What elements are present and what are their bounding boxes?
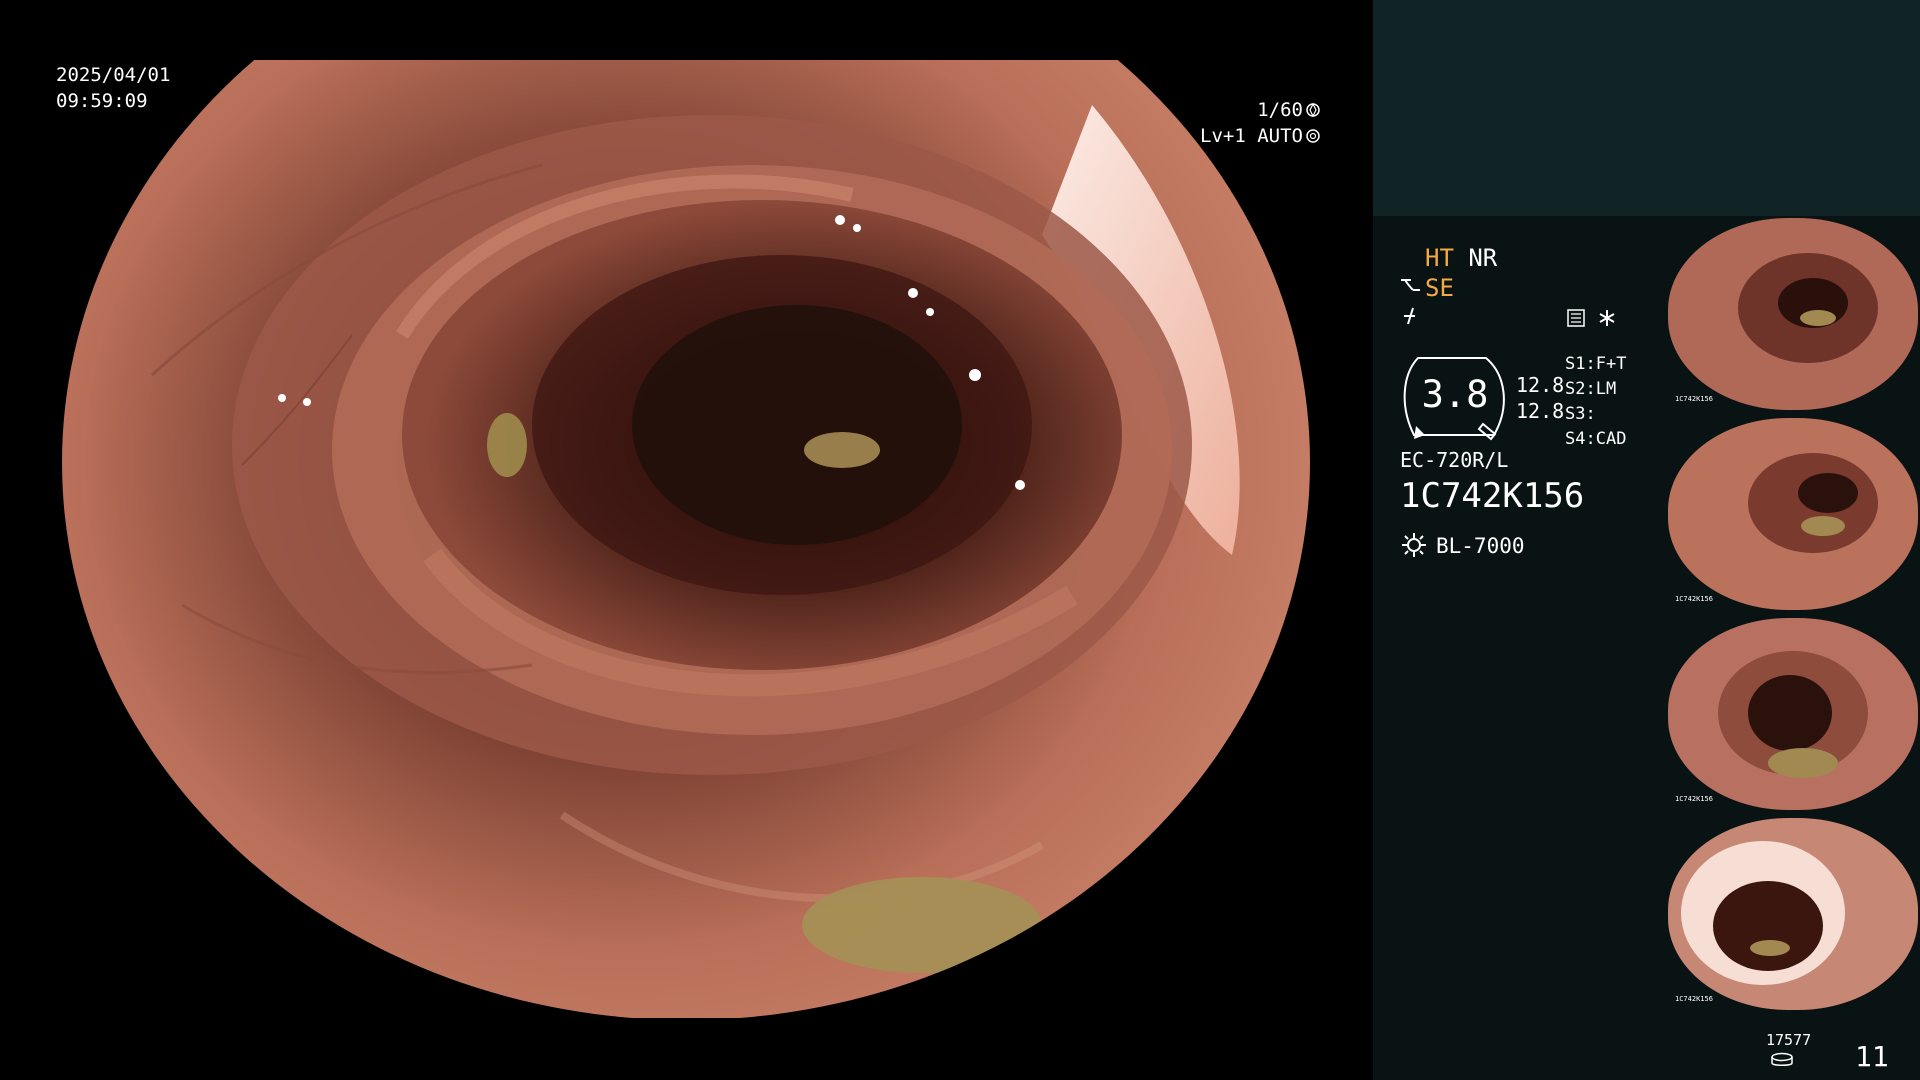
shutter-icon xyxy=(1306,102,1320,118)
thumbnail-1[interactable] xyxy=(1668,218,1918,410)
record-icon xyxy=(1567,309,1585,327)
storage-counter: 17577 xyxy=(1766,1031,1812,1049)
thumbnail-2-image xyxy=(1668,418,1918,610)
s4-label: S4: xyxy=(1565,429,1596,449)
colon-lumen-image xyxy=(62,0,1310,1020)
s1-label: S1: xyxy=(1565,354,1596,374)
image-top-mask xyxy=(0,0,1373,60)
thumbnail-2[interactable] xyxy=(1668,418,1918,610)
panel-header-area xyxy=(1373,0,1920,216)
endoscopy-main-view: 2025/04/01 09:59:09 1/60 Lv+1 AUTO xyxy=(0,0,1373,1080)
nr-label: NR xyxy=(1468,244,1498,272)
gauge-value-top: 12.8 xyxy=(1516,373,1565,397)
date-text: 2025/04/01 xyxy=(56,64,171,86)
light-source-row: BL-7000 xyxy=(1400,531,1525,560)
enhancement-icon xyxy=(1404,307,1415,325)
ht-label: HT xyxy=(1425,244,1454,272)
scope-switch-settings: S1:F+T S2:LM S3: S4:CAD xyxy=(1565,352,1626,452)
gauge-side-values: 12.8 12.8 xyxy=(1516,372,1564,424)
level-text: Lv+1 AUTO xyxy=(1200,125,1303,147)
structure-enhance-icon xyxy=(1401,279,1420,291)
se-label: SE xyxy=(1425,274,1454,302)
exposure-text: 1/60 xyxy=(1257,99,1303,121)
gauge-value-bottom: 12.8 xyxy=(1516,399,1565,423)
s1-value: F+T xyxy=(1595,354,1627,374)
time-text: 09:59:09 xyxy=(56,90,148,112)
thumbnail-4-label: 1C742K156 xyxy=(1675,995,1713,1003)
thumbnail-3[interactable] xyxy=(1668,618,1918,810)
light-bulb-icon xyxy=(1402,533,1426,557)
endoscope-serial: 1C742K156 xyxy=(1400,476,1585,516)
thumbnail-2-label: 1C742K156 xyxy=(1675,595,1713,603)
image-count: 11 xyxy=(1855,1040,1889,1073)
s3-label: S3: xyxy=(1565,404,1596,424)
light-source-label: BL-7000 xyxy=(1436,534,1525,558)
thumbnail-1-label: 1C742K156 xyxy=(1675,395,1713,403)
storage-icon xyxy=(1771,1052,1793,1066)
exposure-overlay: 1/60 Lv+1 AUTO xyxy=(1200,97,1321,149)
gauge-value: 3.8 xyxy=(1421,373,1489,416)
s2-value: LM xyxy=(1595,379,1617,399)
thumbnail-4-image xyxy=(1668,818,1918,1010)
processing-mode-row: HT NR xyxy=(1425,244,1497,272)
date-time-overlay: 2025/04/01 09:59:09 xyxy=(56,62,170,114)
thumbnail-4[interactable] xyxy=(1668,818,1918,1010)
auto-iris-icon xyxy=(1306,129,1320,143)
thumbnail-1-image xyxy=(1668,218,1918,410)
asterisk-icon xyxy=(1599,310,1615,326)
thumbnail-3-image xyxy=(1668,618,1918,810)
image-bottom-mask xyxy=(0,1018,1373,1080)
endoscope-model: EC-720R/L xyxy=(1400,448,1509,472)
s2-label: S2: xyxy=(1565,379,1596,399)
thumbnail-3-label: 1C742K156 xyxy=(1675,795,1713,803)
s4-value: CAD xyxy=(1595,429,1627,449)
